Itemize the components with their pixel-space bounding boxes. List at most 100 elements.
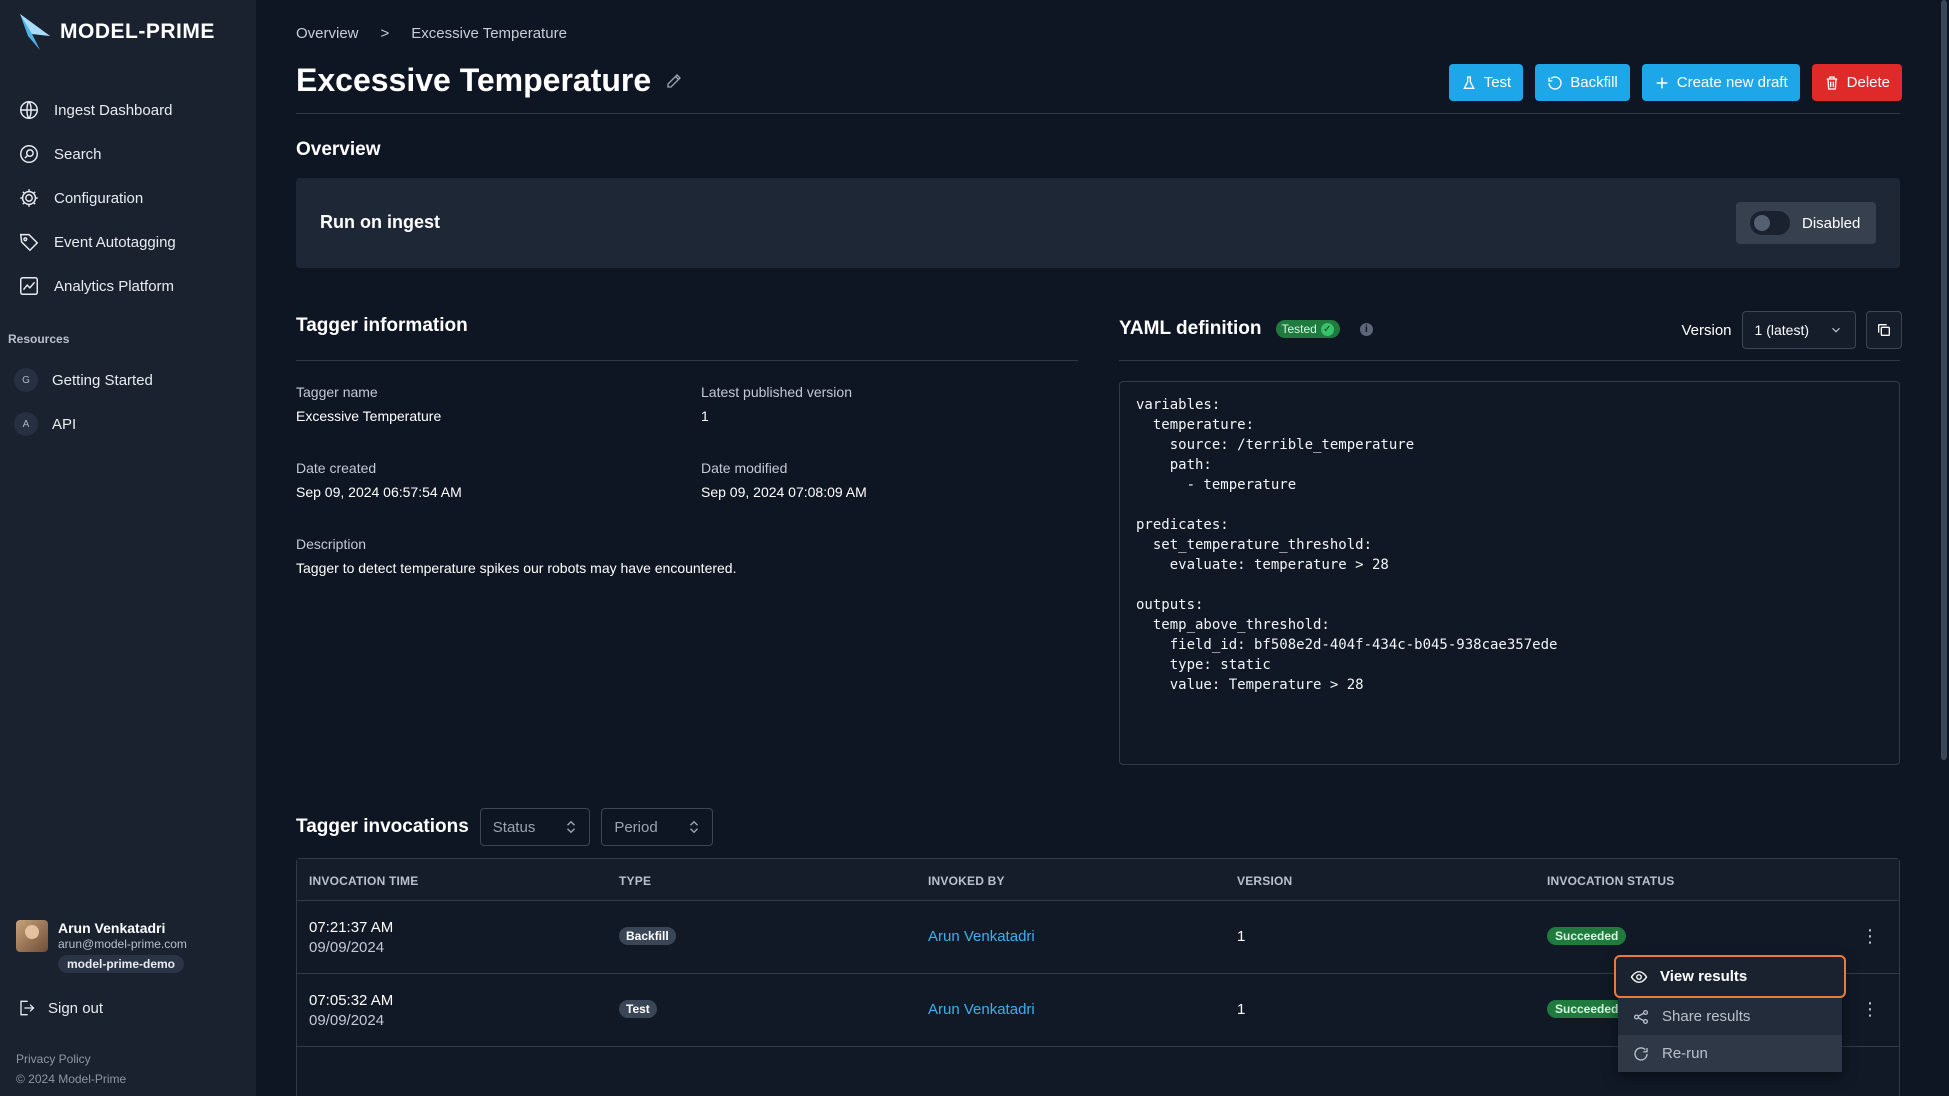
logo-icon [20,14,50,50]
column-header: VERSION [1237,874,1293,888]
sidebar-item-label: Configuration [54,189,144,207]
trash-icon [1826,75,1837,90]
sign-out-button[interactable]: Sign out [16,998,103,1018]
date-modified-label: Date modified [701,460,788,476]
latest-version-label: Latest published version [701,384,852,400]
resource-label: API [52,415,77,433]
type-badge: Backfill [619,927,676,945]
status-filter-label: Status [492,818,536,836]
chevron-down-icon [1832,327,1840,333]
invocation-time: 07:05:32 AM [309,992,394,1009]
logo[interactable]: MODEL-PRIME [18,12,215,52]
tested-badge: Tested ✓ [1275,320,1340,338]
refresh-icon [1634,1046,1648,1061]
sidebar-item-analytics-platform[interactable]: Analytics Platform [16,264,246,308]
resource-badge: G [14,368,38,392]
re-run-menu-item[interactable]: Re-run [1618,1035,1842,1072]
status-badge: Succeeded [1547,927,1627,945]
invoked-by-link[interactable]: Arun Venkatadri [928,928,1035,945]
sidebar-item-ingest-dashboard[interactable]: Ingest Dashboard [16,88,246,132]
toggle-switch[interactable] [1750,211,1790,235]
privacy-policy-link[interactable]: Privacy Policy [16,1052,91,1066]
divider [1119,360,1900,361]
search-icon [20,145,38,163]
sign-out-icon [20,1000,35,1016]
resource-item-getting-started[interactable]: G Getting Started [14,358,244,402]
status-filter[interactable]: Status [479,808,591,846]
resource-label: Getting Started [52,371,153,389]
breadcrumb-current: Excessive Temperature [411,25,567,42]
invoked-by-link[interactable]: Arun Venkatadri [928,1001,1035,1018]
version-select-value: 1 (latest) [1754,322,1809,338]
edit-icon[interactable] [665,72,683,90]
sidebar-item-search[interactable]: Search [16,132,246,176]
resource-item-api[interactable]: A API [14,402,244,446]
menu-item-label: View results [1660,968,1748,985]
type-badge: Test [619,1000,657,1018]
backfill-button[interactable]: Backfill [1535,64,1630,101]
history-icon [1548,75,1562,90]
share-results-menu-item[interactable]: Share results [1618,998,1842,1035]
chart-icon [20,277,38,295]
user-name: Arun Venkatadri [58,920,166,936]
date-created-value: Sep 09, 2024 06:57:54 AM [296,484,462,500]
info-icon[interactable]: i [1359,322,1373,336]
column-header: TYPE [619,874,652,888]
view-results-menu-item[interactable]: View results [1614,955,1846,998]
sidebar-item-label: Search [54,145,102,163]
tagger-invocations-heading: Tagger invocations [296,816,469,837]
yaml-header: YAML definition Tested ✓ i [1119,318,1373,340]
delete-button-label: Delete [1846,74,1890,91]
sidebar: MODEL-PRIME Ingest Dashboard Search Conf… [0,0,256,1096]
delete-button[interactable]: Delete [1811,64,1902,101]
create-new-draft-button[interactable]: Create new draft [1641,64,1800,101]
test-button[interactable]: Test [1448,64,1524,101]
sidebar-item-event-autotagging[interactable]: Event Autotagging [16,220,246,264]
latest-version-value: 1 [701,408,709,424]
yaml-definition-heading: YAML definition [1119,318,1262,339]
scrollbar[interactable] [1941,0,1947,760]
date-modified-value: Sep 09, 2024 07:08:09 AM [701,484,867,500]
copy-button[interactable] [1866,311,1902,349]
page-title: Excessive Temperature [296,62,683,99]
sidebar-nav: Ingest Dashboard Search Configuration Ev… [16,88,246,308]
version-label: Version [1681,321,1732,339]
row-menu-button[interactable]: ⋮ [1861,1000,1879,1018]
header-actions: Test Backfill Create new draft Delete [1448,64,1902,101]
eye-icon [1630,970,1648,983]
copy-icon [1878,324,1890,336]
avatar [16,920,48,952]
version-select[interactable]: 1 (latest) [1741,311,1856,349]
resources-heading: Resources [8,332,70,346]
user-email: arun@model-prime.com [58,937,187,951]
sidebar-item-label: Analytics Platform [54,277,175,295]
version-value: 1 [1237,1001,1246,1018]
sidebar-item-configuration[interactable]: Configuration [16,176,246,220]
globe-icon [20,101,38,119]
yaml-code-editor[interactable]: variables: temperature: source: /terribl… [1119,381,1900,765]
status-badge: Succeeded [1547,1000,1627,1018]
flask-icon [1462,75,1475,89]
overview-heading: Overview [296,139,381,160]
plus-icon [1656,77,1668,88]
tagger-name-value: Excessive Temperature [296,408,442,424]
period-filter[interactable]: Period [601,808,713,846]
copyright: © 2024 Model-Prime [16,1072,127,1086]
page-title-text: Excessive Temperature [296,62,652,98]
run-on-ingest-toggle[interactable]: Disabled [1736,202,1876,244]
invocation-date: 09/09/2024 [309,939,385,956]
row-menu-button[interactable]: ⋮ [1861,927,1879,945]
menu-item-label: Share results [1662,1008,1751,1025]
menu-item-label: Re-run [1662,1045,1708,1062]
tested-badge-label: Tested [1281,322,1317,336]
date-created-label: Date created [296,460,377,476]
sign-out-label: Sign out [48,999,104,1017]
run-on-ingest-panel: Run on ingest Disabled [296,178,1900,268]
yaml-code: variables: temperature: source: /terribl… [1136,397,1558,693]
resource-badge: A [14,412,38,436]
tag-icon [19,233,39,252]
user-card[interactable]: Arun Venkatadri arun@model-prime.com mod… [16,920,187,973]
sidebar-item-label: Event Autotagging [54,233,176,251]
period-filter-label: Period [614,818,658,836]
breadcrumb-root[interactable]: Overview [296,25,359,42]
